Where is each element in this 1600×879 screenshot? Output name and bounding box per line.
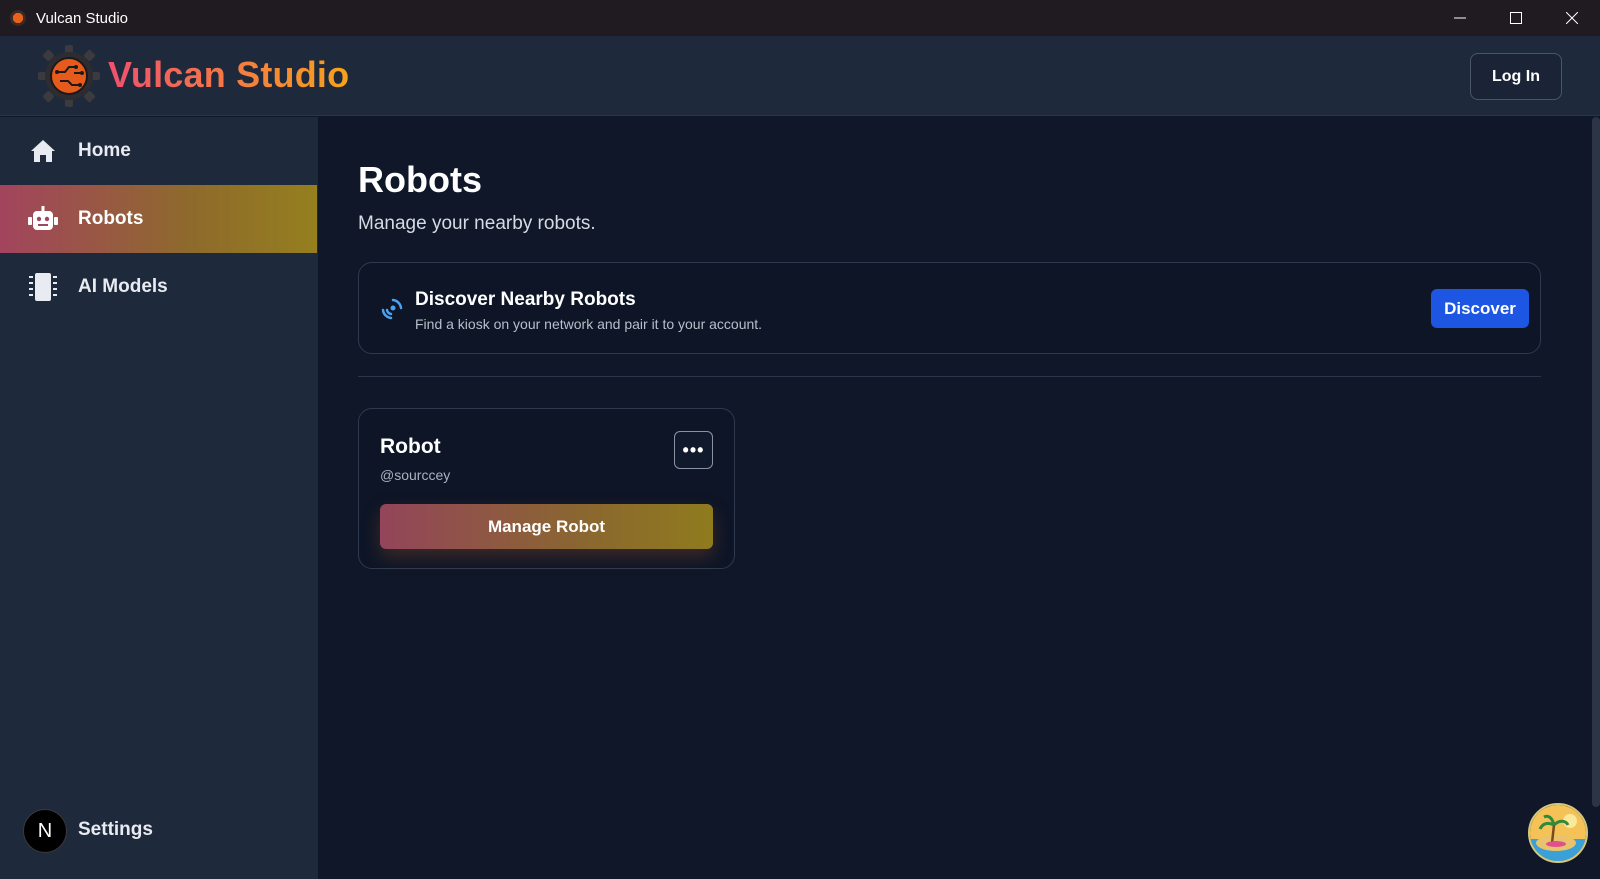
sidebar-item-label: Settings xyxy=(78,819,153,840)
login-button[interactable]: Log In xyxy=(1470,53,1562,100)
minimize-button[interactable] xyxy=(1432,0,1488,36)
brand-title: Vulcan Studio xyxy=(108,54,350,95)
discover-button[interactable]: Discover xyxy=(1431,289,1529,328)
close-button[interactable] xyxy=(1544,0,1600,36)
close-icon xyxy=(1566,12,1578,24)
maximize-button[interactable] xyxy=(1488,0,1544,36)
app-header: Vulcan Studio Log In xyxy=(0,36,1600,116)
discover-subtitle: Find a kiosk on your network and pair it… xyxy=(415,316,763,332)
sidebar-item-label: Home xyxy=(78,140,131,161)
sidebar-item-label: Robots xyxy=(78,208,144,229)
window-titlebar: Vulcan Studio xyxy=(0,0,1600,36)
more-options-button[interactable]: ••• xyxy=(674,431,713,469)
robot-icon xyxy=(28,204,58,234)
minimize-icon xyxy=(1454,17,1466,19)
sidebar-item-settings[interactable]: N Settings xyxy=(0,797,317,865)
robot-card: Robot @sourccey ••• Manage Robot xyxy=(358,408,735,569)
user-avatar[interactable]: N xyxy=(23,809,67,853)
chip-icon xyxy=(28,272,58,302)
radar-icon xyxy=(381,298,403,320)
discover-title: Discover Nearby Robots xyxy=(415,289,636,310)
sidebar-item-home[interactable]: Home xyxy=(0,117,317,185)
window-controls xyxy=(1432,0,1600,36)
maximize-icon xyxy=(1510,12,1522,24)
vulcan-logo-icon xyxy=(38,45,100,107)
sidebar: Home Robots AI Models N Settings xyxy=(0,117,318,879)
main-scrollbar[interactable] xyxy=(1592,117,1600,807)
home-icon xyxy=(28,136,58,166)
more-icon: ••• xyxy=(682,439,705,460)
window-title: Vulcan Studio xyxy=(36,9,129,27)
profile-avatar-icon[interactable] xyxy=(1528,803,1588,863)
section-divider xyxy=(358,376,1541,377)
sidebar-item-ai-models[interactable]: AI Models xyxy=(0,253,317,321)
island-icon xyxy=(1530,805,1586,861)
page-title: Robots xyxy=(358,159,482,200)
main-content: Robots Manage your nearby robots. Discov… xyxy=(318,117,1600,879)
sidebar-item-robots[interactable]: Robots xyxy=(0,185,317,253)
discover-card: Discover Nearby Robots Find a kiosk on y… xyxy=(358,262,1541,354)
manage-robot-button[interactable]: Manage Robot xyxy=(380,504,713,549)
page-subtitle: Manage your nearby robots. xyxy=(358,213,596,234)
app-icon xyxy=(10,10,26,26)
robot-handle: @sourccey xyxy=(380,467,451,483)
sidebar-item-label: AI Models xyxy=(78,276,168,297)
robot-name: Robot xyxy=(380,435,441,458)
